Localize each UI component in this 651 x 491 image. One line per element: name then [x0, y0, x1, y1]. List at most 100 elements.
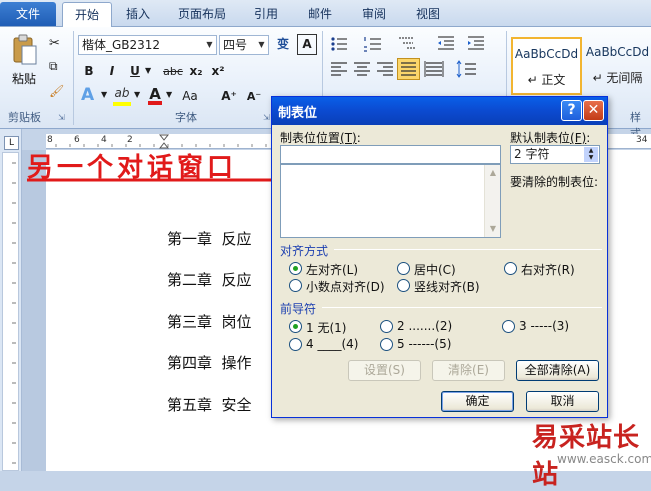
change-case-button[interactable]: Aa [178, 86, 202, 107]
style-no-spacing[interactable]: AaBbCcDd ↵ 无间隔 [584, 37, 651, 95]
font-color-icon[interactable]: A [148, 85, 162, 105]
tab-home[interactable]: 开始 [62, 2, 112, 27]
decrease-indent-icon[interactable] [436, 34, 456, 54]
tab-file[interactable]: 文件 [0, 2, 56, 26]
document-line: 第五章 安全 [167, 396, 252, 414]
align-left-icon[interactable] [329, 60, 349, 78]
tab-selector-icon[interactable]: L [4, 136, 19, 150]
tab-mailings[interactable]: 邮件 [298, 2, 342, 27]
clear-button[interactable]: 清除(E) [432, 360, 505, 381]
char-border-button[interactable]: A [297, 34, 317, 55]
list-scrollbar[interactable]: ▲ ▼ [484, 165, 500, 237]
align-right-icon[interactable] [375, 60, 395, 78]
set-button[interactable]: 设置(S) [348, 360, 421, 381]
increase-indent-icon[interactable] [466, 34, 486, 54]
close-button[interactable]: ✕ [583, 100, 604, 121]
grow-font-button[interactable]: A⁺ [219, 86, 239, 107]
text-effects-icon[interactable]: A [81, 85, 94, 105]
distributed-icon[interactable] [424, 60, 444, 78]
align-decimal-label[interactable]: 小数点对齐(D) [306, 278, 385, 295]
tabs-dialog: 制表位 ? ✕ 制表位位置(T): ▲ ▼ 默认制表位(F): 2 字符 ▲ ▼… [271, 96, 608, 418]
clipboard-group-label: 剪贴板 [8, 111, 41, 124]
leader-4-label[interactable]: 4 ____(4) [306, 337, 358, 351]
clear-all-button[interactable]: 全部清除(A) [516, 360, 599, 381]
italic-button[interactable]: I [103, 61, 121, 82]
scroll-up-icon[interactable]: ▲ [486, 166, 500, 180]
align-center-radio[interactable] [397, 262, 410, 275]
dialog-title-bar[interactable]: 制表位 ? ✕ [272, 97, 607, 125]
default-tab-value: 2 字符 [514, 147, 550, 161]
align-left-radio[interactable] [289, 262, 302, 275]
chevron-down-icon[interactable]: ▼ [203, 36, 216, 54]
spin-down-icon[interactable]: ▼ [584, 154, 598, 162]
align-bar-radio[interactable] [397, 279, 410, 292]
tab-position-input[interactable] [280, 145, 501, 164]
leader-3-label[interactable]: 3 -----(3) [519, 319, 569, 333]
tab-position-list[interactable]: ▲ ▼ [280, 164, 501, 238]
chevron-down-icon[interactable]: ▼ [145, 66, 151, 75]
chevron-down-icon[interactable]: ▼ [166, 90, 172, 99]
numbering-icon[interactable] [363, 34, 385, 54]
align-center-icon[interactable] [352, 60, 372, 78]
align-center-label[interactable]: 居中(C) [414, 261, 456, 278]
underline-button[interactable]: U [126, 61, 144, 82]
chevron-down-icon[interactable]: ▼ [134, 90, 140, 99]
bullets-icon[interactable] [330, 34, 352, 54]
align-left-label[interactable]: 左对齐(L) [306, 261, 358, 278]
align-decimal-radio[interactable] [289, 279, 302, 292]
leader-3-radio[interactable] [502, 320, 515, 333]
superscript-button[interactable]: x² [209, 61, 227, 82]
leader-5-radio[interactable] [380, 338, 393, 351]
align-right-radio[interactable] [504, 262, 517, 275]
paste-icon[interactable] [8, 34, 40, 68]
styles-group-label: 样式 [630, 111, 641, 140]
ok-button[interactable]: 确定 [441, 391, 514, 412]
format-painter-icon[interactable]: 🖌 [49, 84, 65, 100]
leader-1-label[interactable]: 1 无(1) [306, 319, 346, 336]
strikethrough-button[interactable]: abc [161, 61, 185, 82]
default-tab-label: 默认制表位(F): [510, 131, 591, 145]
leader-5-label[interactable]: 5 ------(5) [397, 337, 451, 351]
shrink-font-button[interactable]: A⁻ [244, 86, 264, 107]
scroll-down-icon[interactable]: ▼ [486, 222, 500, 236]
tab-review[interactable]: 审阅 [352, 2, 396, 27]
style-name: ↵ 无间隔 [592, 71, 643, 85]
line-spacing-icon[interactable] [456, 60, 478, 78]
style-normal[interactable]: AaBbCcDd ↵ 正文 [511, 37, 582, 95]
subscript-button[interactable]: x₂ [187, 61, 205, 82]
highlight-icon[interactable]: ab [113, 86, 131, 106]
tab-view[interactable]: 视图 [406, 2, 450, 27]
paste-button[interactable]: 粘贴 [12, 70, 36, 87]
align-bar-label[interactable]: 竖线对齐(B) [414, 278, 480, 295]
font-launcher-icon[interactable]: ⇲ [263, 113, 270, 122]
default-tab-spinner[interactable]: 2 字符 ▲ ▼ [510, 145, 600, 164]
leader-section-title: 前导符 [280, 302, 317, 316]
document-line: 第三章 岗位 [167, 313, 252, 331]
bold-button[interactable]: B [80, 61, 98, 82]
style-sample: AaBbCcDd [514, 47, 579, 61]
font-size-combo[interactable]: 四号 ▼ [219, 35, 269, 55]
align-right-label[interactable]: 右对齐(R) [521, 261, 575, 278]
leader-1-radio[interactable] [289, 320, 302, 333]
chevron-down-icon[interactable]: ▼ [255, 36, 268, 54]
leader-4-radio[interactable] [289, 338, 302, 351]
spin-up-icon[interactable]: ▲ [584, 147, 598, 154]
dialog-title: 制表位 [278, 106, 318, 121]
section-divider [334, 249, 602, 250]
tab-page-layout[interactable]: 页面布局 [170, 2, 234, 27]
cancel-button[interactable]: 取消 [526, 391, 599, 412]
leader-2-label[interactable]: 2 .......(2) [397, 319, 452, 333]
chevron-down-icon[interactable]: ▼ [101, 90, 107, 99]
phonetic-guide-button[interactable]: 变 [273, 34, 293, 55]
style-name: ↵ 正文 [527, 73, 566, 87]
font-name-combo[interactable]: 楷体_GB2312 ▼ [78, 35, 217, 55]
justify-button[interactable] [397, 58, 420, 80]
tab-insert[interactable]: 插入 [116, 2, 160, 27]
clipboard-launcher-icon[interactable]: ⇲ [58, 113, 65, 122]
multilevel-list-icon[interactable] [397, 34, 419, 54]
leader-2-radio[interactable] [380, 320, 393, 333]
copy-icon[interactable]: ⧉ [49, 59, 65, 75]
cut-icon[interactable]: ✂ [49, 36, 65, 52]
tab-references[interactable]: 引用 [244, 2, 288, 27]
help-button[interactable]: ? [561, 100, 582, 121]
